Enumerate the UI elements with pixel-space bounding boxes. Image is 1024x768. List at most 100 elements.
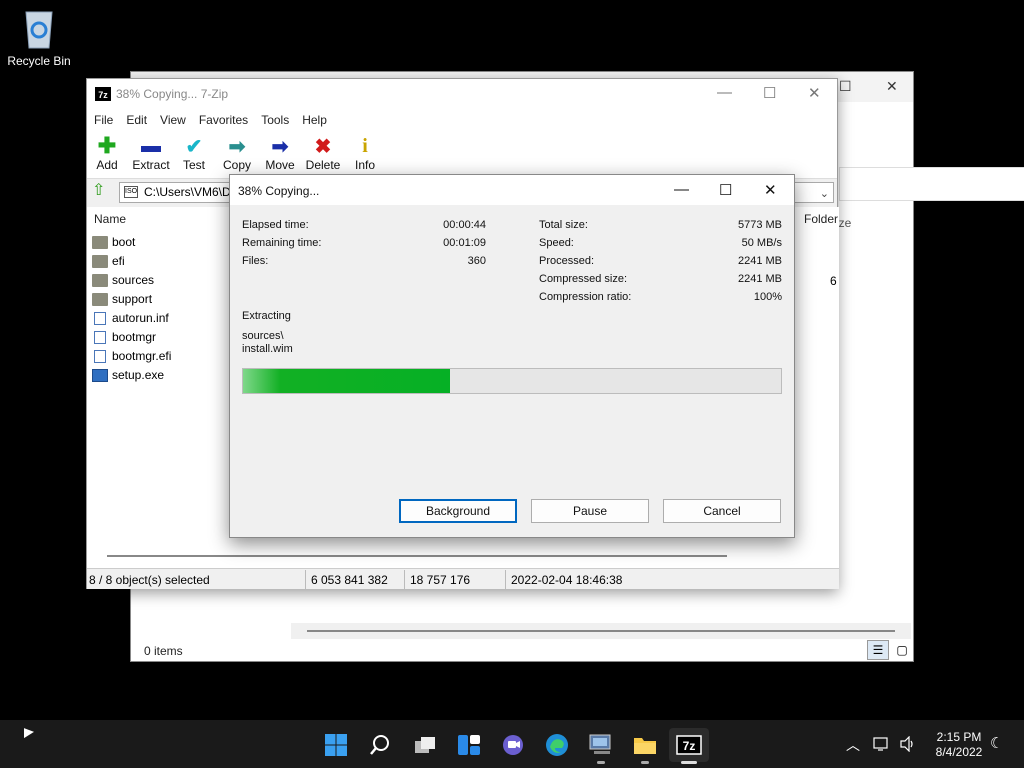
status-selected: 8 / 8 object(s) selected: [89, 573, 210, 587]
list-item[interactable]: sources: [92, 271, 154, 289]
7zip-statusbar: 8 / 8 object(s) selected 6 053 841 382 1…: [87, 568, 839, 589]
menu-tools[interactable]: Tools: [261, 113, 289, 127]
menu-help[interactable]: Help: [302, 113, 327, 127]
system-clock[interactable]: 2:15 PM 8/4/2022: [924, 730, 994, 760]
recycle-bin-icon: [22, 8, 56, 50]
widgets-button[interactable]: [449, 728, 489, 762]
clock-date: 8/4/2022: [935, 745, 983, 759]
svg-text:7z: 7z: [683, 739, 696, 753]
list-item[interactable]: setup.exe: [92, 366, 164, 384]
maximize-icon[interactable]: ☐: [839, 78, 852, 95]
operation-text: Extracting: [242, 310, 291, 322]
chevron-down-icon[interactable]: ⌄: [820, 185, 829, 204]
chat-button[interactable]: [493, 728, 533, 762]
taskbar: 7z ︿ 2:15 PM 8/4/2022 ☾: [0, 720, 1024, 768]
explorer-search-box[interactable]: [839, 167, 1024, 201]
task-view-button[interactable]: [405, 728, 445, 762]
search-button[interactable]: [360, 728, 400, 762]
7zip-titlebar: 7z 38% Copying... 7-Zip — ☐ ✕: [87, 79, 837, 109]
dialog-titlebar: 38% Copying... — ☐ ✕: [230, 175, 794, 205]
file-name: sources: [112, 273, 155, 287]
files-value: 360: [467, 255, 486, 267]
disk-image-icon: ISO: [124, 186, 138, 198]
7zip-app-icon: 7z: [95, 87, 111, 101]
copy-label: Copy: [222, 158, 251, 172]
list-hscroll-thumb[interactable]: [107, 555, 727, 557]
file-icon: [94, 330, 106, 344]
remote-desktop-button[interactable]: [581, 728, 621, 764]
pause-button[interactable]: Pause: [531, 499, 649, 523]
menu-edit[interactable]: Edit: [126, 113, 147, 127]
minimize-icon[interactable]: —: [674, 181, 689, 198]
maximize-icon[interactable]: ☐: [763, 84, 776, 102]
7zip-toolbar: ✚ Add ▬ Extract ✔ Test ➡ Copy ➡ Move ✖ D…: [87, 131, 837, 179]
minimize-icon[interactable]: —: [717, 84, 732, 101]
column-name[interactable]: Name: [94, 212, 126, 226]
close-icon[interactable]: ✕: [808, 84, 821, 102]
recycle-bin-label: Recycle Bin: [7, 54, 71, 68]
extract-button[interactable]: ▬ Extract: [129, 134, 173, 173]
total-size-label: Total size:: [539, 219, 588, 231]
move-button[interactable]: ➡ Move: [258, 134, 302, 173]
start-button[interactable]: [316, 728, 356, 762]
delete-button[interactable]: ✖ Delete: [301, 134, 345, 173]
menu-file[interactable]: File: [94, 113, 113, 127]
moon-icon[interactable]: ☾: [990, 734, 1003, 752]
list-item[interactable]: bootmgr: [92, 328, 156, 346]
7zip-taskbar-button[interactable]: 7z: [669, 728, 709, 764]
status-packed: 18 757 176: [410, 573, 471, 587]
test-button[interactable]: ✔ Test: [172, 134, 216, 173]
move-icon: ➡: [271, 135, 289, 158]
large-icons-view-icon[interactable]: ▢: [891, 640, 913, 660]
windows-logo-icon: [325, 734, 347, 756]
add-label: Add: [96, 158, 118, 172]
list-item[interactable]: support: [92, 290, 152, 308]
chevron-up-icon[interactable]: ︿: [846, 735, 860, 755]
list-item[interactable]: bootmgr.efi: [92, 347, 171, 365]
extract-icon: ▬: [141, 134, 161, 157]
7zip-icon: 7z: [676, 735, 702, 755]
file-icon: [94, 349, 106, 363]
list-item[interactable]: boot: [92, 233, 135, 251]
file-name: bootmgr: [112, 330, 157, 344]
folder-icon: [92, 292, 108, 306]
edge-browser-icon: [546, 734, 568, 756]
folder-icon: [634, 738, 656, 754]
copy-progress-dialog[interactable]: 38% Copying... — ☐ ✕ Elapsed time: 00:00…: [229, 174, 795, 538]
clock-time: 2:15 PM: [936, 730, 982, 744]
processed-label: Processed:: [539, 255, 595, 267]
search-icon: [370, 735, 389, 755]
copy-button[interactable]: ➡ Copy: [215, 134, 259, 173]
folder-up-icon[interactable]: ⇧: [92, 183, 108, 199]
file-name: boot: [112, 235, 136, 249]
file-explorer-button[interactable]: [625, 728, 665, 764]
explorer-hscroll-thumb[interactable]: [307, 630, 895, 632]
info-icon: i: [362, 134, 368, 157]
folder-icon: [92, 254, 108, 268]
list-item[interactable]: efi: [92, 252, 125, 270]
recycle-bin-shortcut[interactable]: Recycle Bin: [6, 8, 72, 68]
close-icon[interactable]: ✕: [886, 78, 898, 95]
delete-icon: ✖: [314, 135, 332, 158]
menu-favorites[interactable]: Favorites: [199, 113, 248, 127]
elapsed-time-value: 00:00:44: [443, 219, 486, 231]
file-name: setup.exe: [112, 368, 165, 382]
edge-button[interactable]: [537, 728, 577, 762]
menu-view[interactable]: View: [160, 113, 186, 127]
add-button[interactable]: ✚ Add: [85, 133, 129, 172]
details-view-icon[interactable]: ☰: [867, 640, 889, 660]
list-item[interactable]: autorun.inf: [92, 309, 169, 327]
current-directory: sources\: [242, 330, 284, 342]
file-name: bootmgr.efi: [112, 349, 172, 363]
remaining-time-value: 00:01:09: [443, 237, 486, 249]
column-folders[interactable]: Folder: [804, 212, 838, 226]
processed-value: 2241 MB: [737, 255, 782, 267]
close-icon[interactable]: ✕: [764, 181, 777, 199]
remaining-time-label: Remaining time:: [242, 237, 322, 249]
info-button[interactable]: i Info: [343, 134, 387, 173]
maximize-icon[interactable]: ☐: [719, 181, 732, 199]
background-button[interactable]: Background: [399, 499, 517, 523]
folder-icon: [92, 235, 108, 249]
cancel-button[interactable]: Cancel: [663, 499, 781, 523]
compression-ratio-label: Compression ratio:: [539, 291, 632, 303]
